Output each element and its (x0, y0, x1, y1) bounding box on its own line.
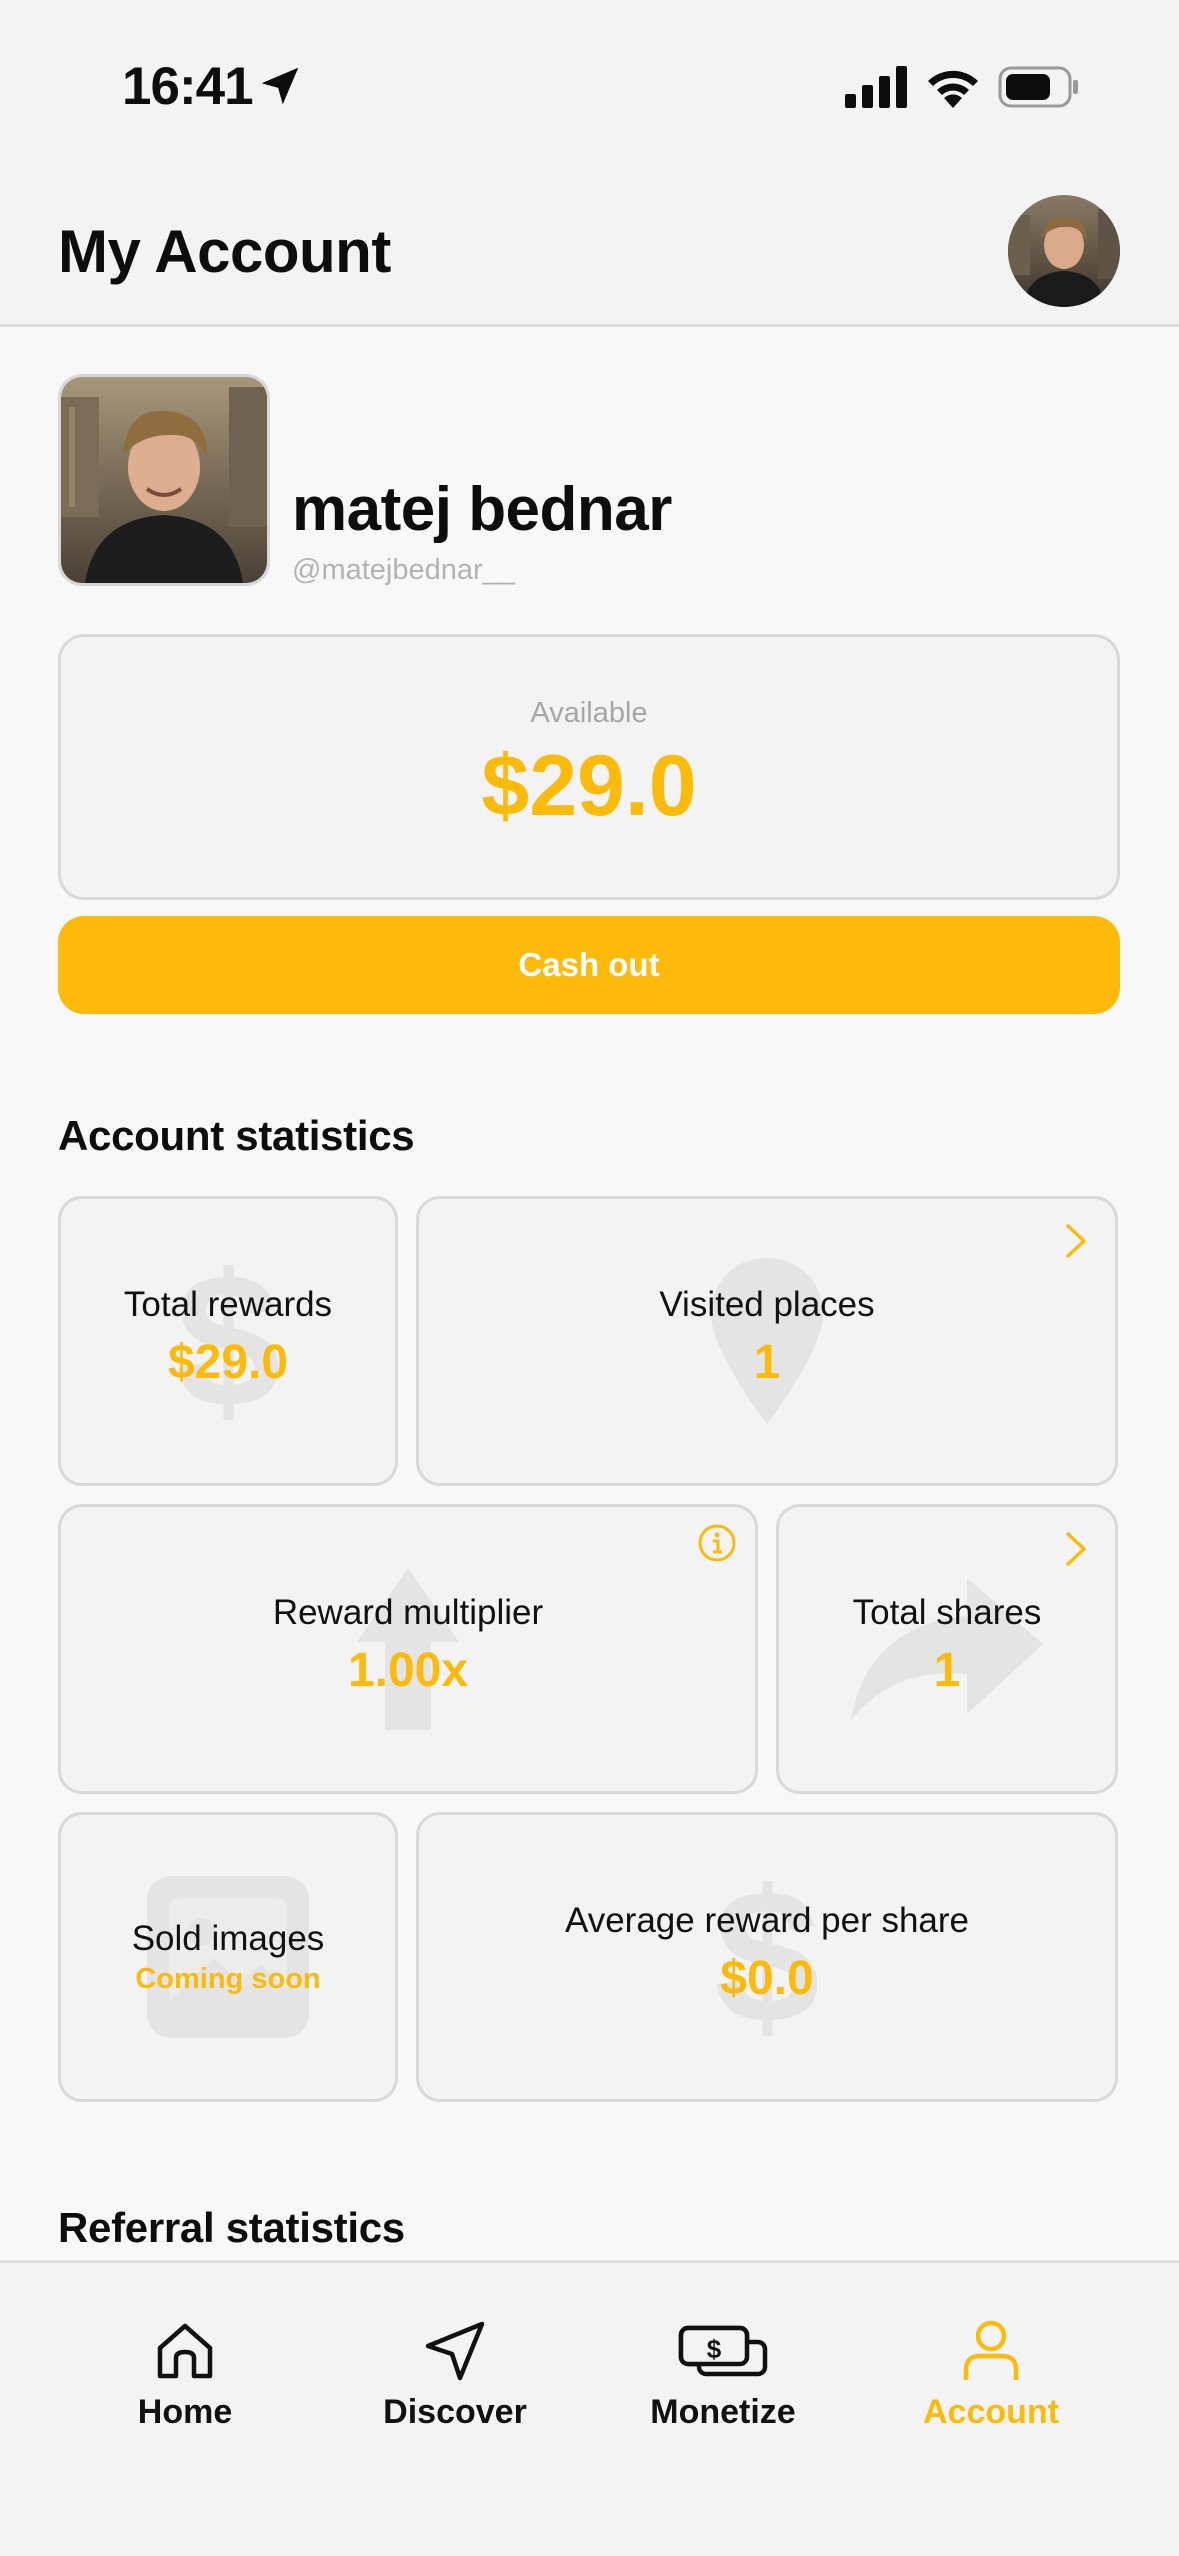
average-reward-value: $0.0 (720, 1952, 814, 2005)
reward-multiplier-value: 1.00x (347, 1644, 469, 1697)
sold-images-card[interactable]: Sold images Coming soon (58, 1812, 398, 2102)
header: My Account (0, 175, 1179, 327)
money-icon: $ (678, 2325, 768, 2377)
visited-places-value: 1 (753, 1336, 781, 1389)
chevron-right-icon[interactable] (1063, 1531, 1089, 1567)
tab-bar: Home Discover $ Monetize Account (0, 2260, 1179, 2556)
location-arrow-icon (261, 67, 299, 105)
profile-name: matej bednar (292, 475, 672, 544)
balance-label: Available (530, 697, 648, 729)
total-rewards-label: Total rewards (123, 1285, 333, 1324)
profile-photo[interactable] (58, 374, 270, 586)
home-icon (157, 2323, 213, 2379)
total-shares-card[interactable]: Total shares 1 (776, 1504, 1118, 1794)
tab-account-label: Account (923, 2393, 1059, 2431)
status-time: 16:41 (122, 57, 254, 116)
referral-statistics-title: Referral statistics (58, 2204, 405, 2251)
tab-home[interactable]: Home (50, 2263, 320, 2453)
chevron-right-icon[interactable] (1063, 1223, 1089, 1259)
battery-icon (998, 66, 1078, 108)
total-rewards-card[interactable]: $ Total rewards $29.0 (58, 1196, 398, 1486)
sold-images-note: Coming soon (135, 1963, 321, 1995)
avatar[interactable] (1008, 195, 1120, 307)
info-icon[interactable] (697, 1523, 737, 1563)
page-title: My Account (58, 218, 391, 285)
average-reward-label: Average reward per share (564, 1901, 970, 1940)
navigation-icon (425, 2321, 485, 2381)
user-icon (963, 2320, 1019, 2380)
tab-discover-label: Discover (383, 2393, 527, 2431)
wifi-icon (928, 70, 978, 108)
average-reward-card[interactable]: $ Average reward per share $0.0 (416, 1812, 1118, 2102)
tab-account[interactable]: Account (856, 2263, 1126, 2453)
total-shares-label: Total shares (852, 1593, 1042, 1632)
balance-card: Available $29.0 (58, 634, 1120, 900)
signal-icon (845, 66, 907, 108)
total-shares-value: 1 (933, 1644, 961, 1697)
total-rewards-value: $29.0 (167, 1336, 289, 1389)
tab-monetize-label: Monetize (650, 2393, 796, 2431)
profile-handle: @matejbednar__ (292, 554, 515, 586)
tab-home-label: Home (137, 2393, 233, 2431)
tab-discover[interactable]: Discover (320, 2263, 590, 2453)
balance-amount: $29.0 (481, 738, 697, 834)
status-bar: 16:41 (0, 0, 1179, 175)
reward-multiplier-card[interactable]: Reward multiplier 1.00x (58, 1504, 758, 1794)
svg-text:$: $ (707, 2334, 722, 2364)
reward-multiplier-label: Reward multiplier (272, 1593, 544, 1632)
visited-places-card[interactable]: Visited places 1 (416, 1196, 1118, 1486)
sold-images-label: Sold images (131, 1919, 325, 1958)
tab-monetize[interactable]: $ Monetize (588, 2263, 858, 2453)
cash-out-button[interactable]: Cash out (58, 916, 1120, 1014)
visited-places-label: Visited places (659, 1285, 875, 1324)
account-statistics-title: Account statistics (58, 1112, 415, 1159)
